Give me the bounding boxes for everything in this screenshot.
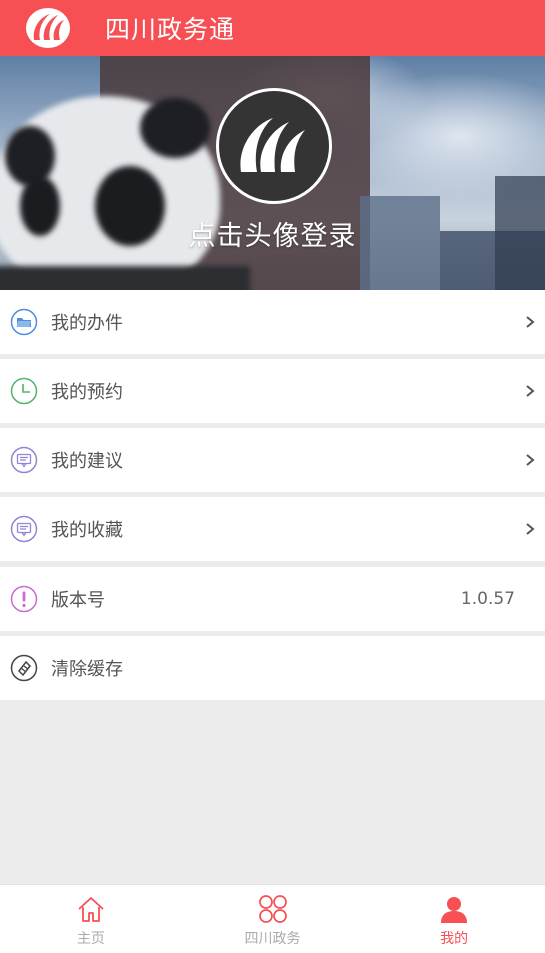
chevron-right-icon (526, 316, 535, 328)
avatar-login-button[interactable] (216, 88, 332, 204)
message-icon (10, 446, 38, 474)
app-title: 四川政务通 (105, 15, 236, 44)
tab-home[interactable]: 主页 (0, 885, 182, 953)
banner-panda-ear (140, 98, 210, 158)
app-logo-icon (240, 118, 305, 172)
bottom-tab-bar: 主页 四川政务 我的 (0, 884, 545, 953)
app-logo-icon (24, 6, 72, 50)
app-header: 四川政务通 (0, 0, 545, 56)
menu-label: 我的预约 (51, 382, 123, 403)
chevron-right-icon (526, 454, 535, 466)
menu-label: 清除缓存 (51, 659, 123, 680)
menu-label: 版本号 (51, 590, 105, 611)
menu-label: 我的办件 (51, 313, 123, 334)
menu-label: 我的收藏 (51, 520, 123, 541)
banner-panda-body (0, 266, 250, 290)
chevron-right-icon (526, 523, 535, 535)
menu-item-clear-cache[interactable]: 清除缓存 (0, 636, 545, 700)
exclamation-icon (10, 585, 38, 613)
menu-label: 我的建议 (51, 451, 123, 472)
home-icon (75, 893, 107, 925)
tab-mine[interactable]: 我的 (363, 885, 545, 953)
clock-icon (10, 377, 38, 405)
version-number: 1.0.57 (460, 589, 515, 609)
profile-banner: 点击头像登录 (0, 56, 545, 290)
tab-label: 四川政务 (244, 931, 301, 947)
tab-label: 我的 (440, 931, 469, 947)
banner-panda-ear (5, 126, 55, 186)
menu-item-my-affairs[interactable]: 我的办件 (0, 290, 545, 354)
chevron-right-icon (526, 385, 535, 397)
message-icon (10, 515, 38, 543)
tab-label: 主页 (76, 931, 105, 947)
menu-item-version: 版本号 1.0.57 (0, 567, 545, 631)
menu-item-my-suggestions[interactable]: 我的建议 (0, 428, 545, 492)
user-icon (438, 893, 470, 925)
eraser-icon (10, 654, 38, 682)
menu-item-my-appointments[interactable]: 我的预约 (0, 359, 545, 423)
folder-icon (10, 308, 38, 336)
grid-icon (257, 893, 289, 925)
login-prompt[interactable]: 点击头像登录 (0, 214, 545, 253)
tab-sichuan-affairs[interactable]: 四川政务 (182, 885, 364, 953)
menu-item-my-favorites[interactable]: 我的收藏 (0, 497, 545, 561)
